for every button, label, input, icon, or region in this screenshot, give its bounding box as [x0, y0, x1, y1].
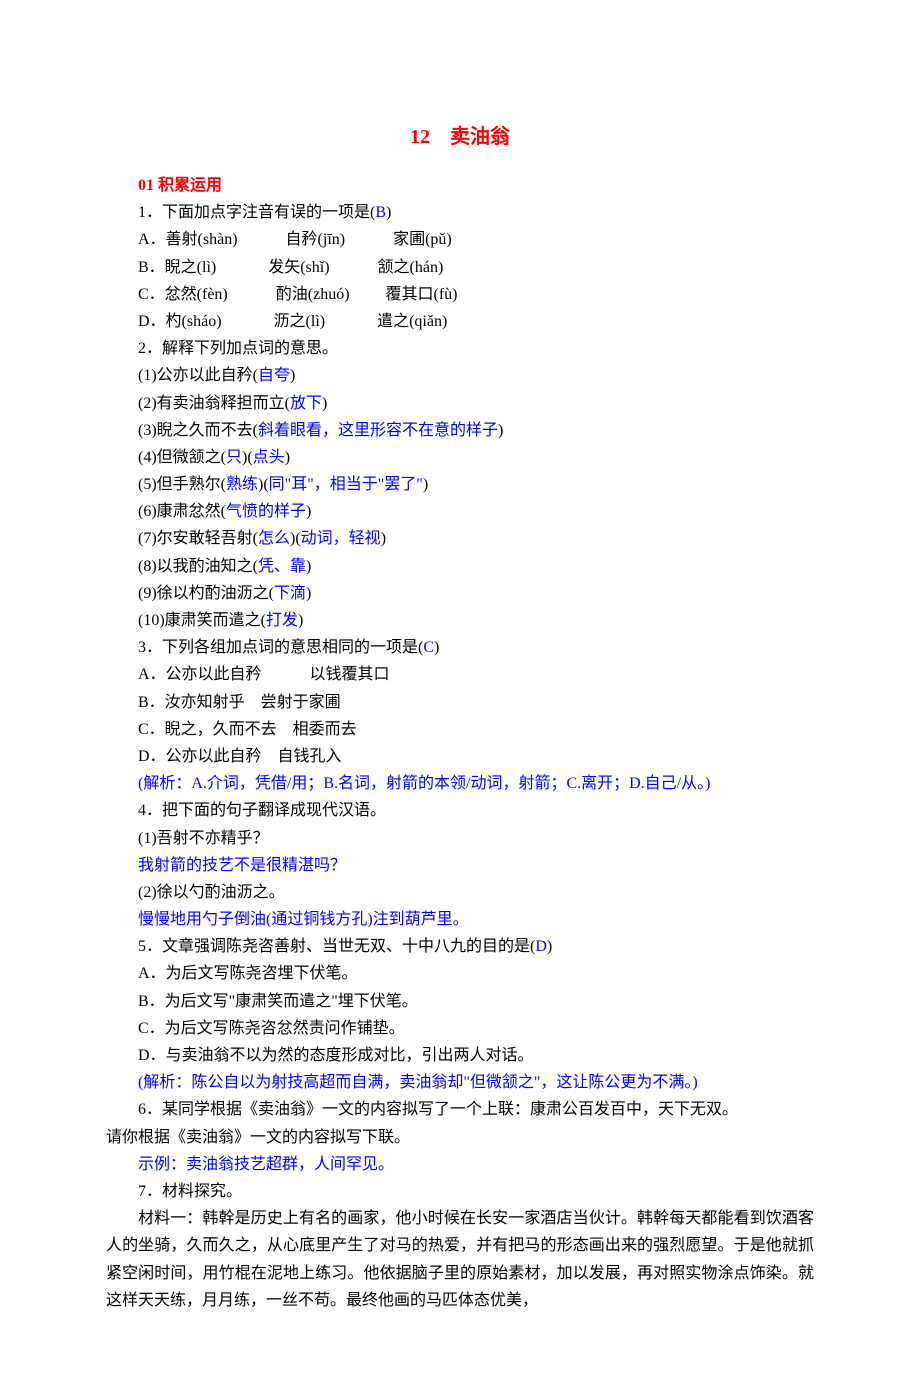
question-7-stem: 7．材料探究。: [106, 1178, 814, 1205]
q2-4-mid: )(: [242, 449, 253, 466]
question-2-stem: 2．解释下列加点词的意思。: [106, 335, 814, 362]
q5-option-c: C．为后文写陈尧咨忿然责问作铺垫。: [106, 1015, 814, 1042]
q5-option-b: B．为后文写"康肃笑而遣之"埋下伏笔。: [106, 988, 814, 1015]
q4-item-2: (2)徐以勺酌油沥之。: [106, 879, 814, 906]
q2-4-ans2: 点头: [253, 449, 285, 466]
q2-5-post: ): [423, 476, 428, 493]
q2-1-ans: 自夸: [258, 367, 290, 384]
q2-item-5: (5)但手熟尔(熟练)(同"耳"，相当于"罢了"): [106, 471, 814, 498]
q2-item-7: (7)尔安敢轻吾射(怎么)(动词，轻视): [106, 525, 814, 552]
q3-stem-post: ): [434, 639, 439, 656]
q1-option-d: D．杓(sháo) 沥之(lì) 遣之(qiǎn): [106, 308, 814, 335]
q1-option-a: A．善射(shàn) 自矜(jīn) 家圃(pǔ): [106, 226, 814, 253]
q2-6-ans: 气愤的样子: [226, 503, 306, 520]
q2-7-mid: )(: [290, 530, 301, 547]
question-3-stem: 3．下列各组加点词的意思相同的一项是(C): [106, 634, 814, 661]
q2-10-pre: (10)康肃笑而遣之(: [138, 612, 266, 629]
q5-option-a: A．为后文写陈尧咨埋下伏笔。: [106, 960, 814, 987]
q4-item-1: (1)吾射不亦精乎？: [106, 825, 814, 852]
q4-item-2-answer: 慢慢地用勺子倒油(通过铜钱方孔)注到葫芦里。: [106, 906, 814, 933]
section-heading: 01 积累运用: [106, 172, 814, 199]
q2-4-post: ): [285, 449, 290, 466]
q1-answer: B: [375, 204, 386, 221]
q2-4-ans1: 只: [226, 449, 242, 466]
q2-item-6: (6)康肃忿然(气愤的样子): [106, 498, 814, 525]
q2-7-pre: (7)尔安敢轻吾射(: [138, 530, 258, 547]
question-7-material: 材料一：韩幹是历史上有名的画家，他小时候在长安一家酒店当伙计。韩幹每天都能看到饮…: [106, 1205, 814, 1314]
q2-7-post: ): [381, 530, 386, 547]
q1-stem-post: ): [386, 204, 391, 221]
q2-10-post: ): [298, 612, 303, 629]
q5-answer: D: [535, 938, 547, 955]
q5-explain: (解析：陈公自以为射技高超而自满，卖油翁却"但微颔之"，这让陈公更为不满。): [106, 1069, 814, 1096]
question-4-stem: 4．把下面的句子翻译成现代汉语。: [106, 797, 814, 824]
q2-1-post: ): [290, 367, 295, 384]
q2-4-pre: (4)但微颔之(: [138, 449, 226, 466]
q2-8-ans: 凭、靠: [258, 558, 306, 575]
q3-stem-pre: 3．下列各组加点词的意思相同的一项是(: [138, 639, 423, 656]
question-5-stem: 5．文章强调陈尧咨善射、当世无双、十中八九的目的是(D): [106, 933, 814, 960]
q2-9-pre: (9)徐以杓酌油沥之(: [138, 585, 274, 602]
question-1-stem: 1．下面加点字注音有误的一项是(B): [106, 199, 814, 226]
q1-stem-pre: 1．下面加点字注音有误的一项是(: [138, 204, 375, 221]
q2-5-ans1: 熟练: [226, 476, 258, 493]
q2-item-4: (4)但微颔之(只)(点头): [106, 444, 814, 471]
q3-option-b: B．汝亦知射乎 尝射于家圃: [106, 689, 814, 716]
q2-item-10: (10)康肃笑而遣之(打发): [106, 607, 814, 634]
q2-9-ans: 下滴: [274, 585, 306, 602]
q2-8-pre: (8)以我酌油知之(: [138, 558, 258, 575]
q2-2-pre: (2)有卖油翁释担而立(: [138, 395, 290, 412]
q2-item-3: (3)睨之久而不去(斜着眼看，这里形容不在意的样子): [106, 417, 814, 444]
q1-option-c: C．忿然(fèn) 酌油(zhuó) 覆其口(fù): [106, 281, 814, 308]
q2-7-ans1: 怎么: [258, 530, 290, 547]
question-6-line2: 请你根据《卖油翁》一文的内容拟写下联。: [106, 1124, 814, 1151]
q5-stem-pre: 5．文章强调陈尧咨善射、当世无双、十中八九的目的是(: [138, 938, 535, 955]
q3-explain: (解析：A.介词，凭借/用；B.名词，射箭的本领/动词，射箭；C.离开；D.自己…: [106, 770, 814, 797]
q2-5-pre: (5)但手熟尔(: [138, 476, 226, 493]
q2-6-post: ): [306, 503, 311, 520]
q1-option-b: B．睨之(lì) 发矢(shǐ) 颔之(hán): [106, 254, 814, 281]
q2-item-2: (2)有卖油翁释担而立(放下): [106, 390, 814, 417]
q5-option-d: D．与卖油翁不以为然的态度形成对比，引出两人对话。: [106, 1042, 814, 1069]
q3-answer: C: [423, 639, 434, 656]
q2-item-9: (9)徐以杓酌油沥之(下滴): [106, 580, 814, 607]
q5-stem-post: ): [547, 938, 552, 955]
q2-5-mid: )(: [258, 476, 269, 493]
q3-option-d: D．公亦以此自矜 自钱孔入: [106, 743, 814, 770]
q2-3-post: ): [498, 422, 503, 439]
q2-item-8: (8)以我酌油知之(凭、靠): [106, 553, 814, 580]
q2-3-pre: (3)睨之久而不去(: [138, 422, 258, 439]
q2-3-ans: 斜着眼看，这里形容不在意的样子: [258, 422, 498, 439]
q4-item-1-answer: 我射箭的技艺不是很精湛吗？: [106, 852, 814, 879]
q2-7-ans2: 动词，轻视: [301, 530, 381, 547]
q2-5-ans2: 同"耳"，相当于"罢了": [269, 476, 423, 493]
q2-6-pre: (6)康肃忿然(: [138, 503, 226, 520]
q2-9-post: ): [306, 585, 311, 602]
q2-item-1: (1)公亦以此自矜(自夸): [106, 362, 814, 389]
page-title: 12 卖油翁: [106, 120, 814, 154]
q2-10-ans: 打发: [266, 612, 298, 629]
q2-8-post: ): [306, 558, 311, 575]
q3-option-a: A．公亦以此自矜 以钱覆其口: [106, 661, 814, 688]
q3-option-c: C．睨之，久而不去 相委而去: [106, 716, 814, 743]
q2-1-pre: (1)公亦以此自矜(: [138, 367, 258, 384]
q2-2-post: ): [322, 395, 327, 412]
document-page: 12 卖油翁 01 积累运用 1．下面加点字注音有误的一项是(B) A．善射(s…: [0, 0, 920, 1374]
question-6-line1: 6．某同学根据《卖油翁》一文的内容拟写了一个上联：康肃公百发百中，天下无双。: [106, 1096, 814, 1123]
question-6-answer: 示例：卖油翁技艺超群，人间罕见。: [106, 1151, 814, 1178]
q2-2-ans: 放下: [290, 395, 322, 412]
